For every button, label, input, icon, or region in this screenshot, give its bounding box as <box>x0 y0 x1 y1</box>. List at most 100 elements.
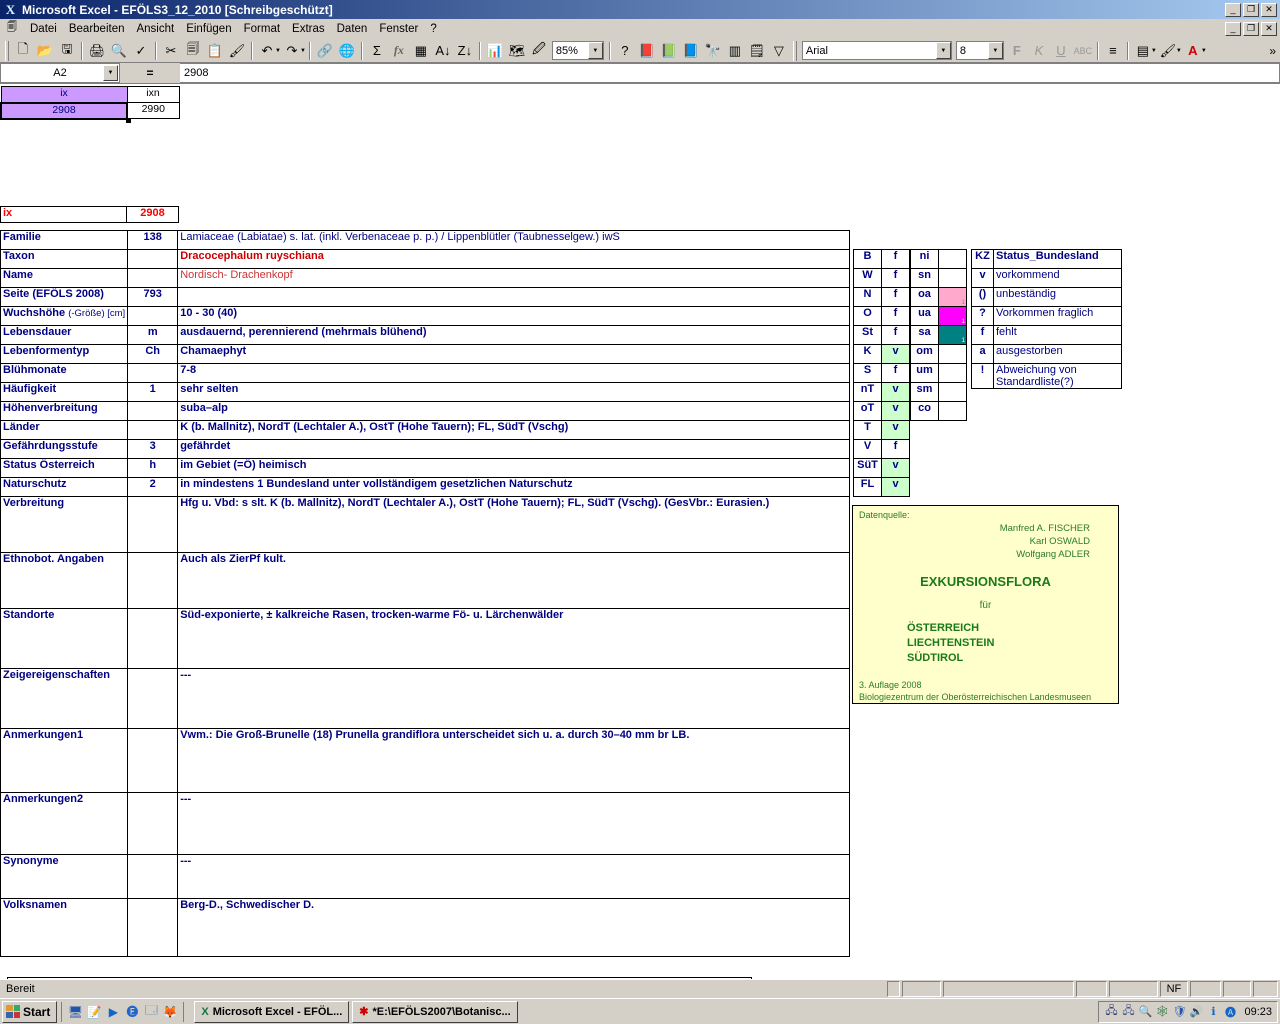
binoculars-icon[interactable]: 🔭 <box>702 40 724 61</box>
italic-button[interactable]: K <box>1028 40 1050 61</box>
worksheet-area[interactable]: ix ixn 2908 2990 ix 2908 Familie 138 Lamia… <box>0 84 1280 985</box>
minimize-button[interactable]: _ <box>1225 2 1241 17</box>
name-box-value: A2 <box>53 67 67 79</box>
record-label: Häufigkeit <box>0 382 129 402</box>
info-icon[interactable]: ℹ <box>1206 1005 1220 1019</box>
font-combo[interactable]: Arial ▼ <box>801 41 952 60</box>
notes-icon[interactable]: 📝 <box>86 1004 102 1020</box>
windows-tile-icon[interactable]: ▥ <box>724 40 746 61</box>
toolbar-overflow-icon[interactable]: » <box>1269 44 1280 58</box>
borders-icon[interactable]: ▤ <box>1132 40 1154 61</box>
open-icon[interactable]: 📂 <box>34 40 56 61</box>
table-row: FL v <box>853 477 910 497</box>
print-preview-icon[interactable]: 🔍 <box>108 40 130 61</box>
network-icon[interactable]: 🖧 <box>1104 1005 1118 1019</box>
doc-close-button[interactable]: ✕ <box>1261 21 1277 36</box>
acrobat-icon[interactable]: 🅐 <box>1223 1005 1237 1019</box>
sort-ascending-icon[interactable]: A↓ <box>432 40 454 61</box>
table-row: Zeigereigenschaften --- <box>0 668 851 729</box>
fill-color-icon[interactable]: 🖌 <box>1157 40 1179 61</box>
task-button-editor[interactable]: ✱ *E:\EFÖLS2007\Botanisc... <box>352 1000 518 1023</box>
formula-equals-icon[interactable]: = <box>120 63 180 83</box>
chart-wizard-icon[interactable]: 📊 <box>484 40 506 61</box>
web-icon[interactable]: 🌐 <box>336 40 358 61</box>
help-icon[interactable]: ? <box>614 40 636 61</box>
font-size-dropdown-icon[interactable]: ▼ <box>987 42 1003 59</box>
close-button[interactable]: ✕ <box>1261 2 1277 17</box>
hyperlink-icon[interactable]: 🔗 <box>314 40 336 61</box>
bold-button[interactable]: F <box>1006 40 1028 61</box>
book1-icon[interactable]: 📕 <box>636 40 658 61</box>
cell-a2-selected[interactable]: 2908 <box>0 101 128 120</box>
channel-icon[interactable]: 🖥 <box>67 1004 83 1020</box>
sort-helper-icon[interactable]: ▦ <box>410 40 432 61</box>
function-wizard-icon[interactable]: fx <box>388 40 410 61</box>
zoom-dropdown-icon[interactable]: ▼ <box>587 42 603 59</box>
redo-icon[interactable]: ↷ <box>281 40 303 61</box>
new-icon[interactable]: 🗋 <box>12 40 34 61</box>
zone-value <box>938 268 967 288</box>
firefox-icon[interactable]: 🦊 <box>162 1004 178 1020</box>
formatting-toolbar-grip[interactable] <box>792 40 797 61</box>
restore-button[interactable]: ❐ <box>1243 2 1259 17</box>
start-button[interactable]: Start <box>2 1000 58 1023</box>
font-color-icon[interactable]: A <box>1182 40 1204 61</box>
cell-b2[interactable]: 2990 <box>126 102 180 119</box>
map-icon[interactable]: 🗺 <box>506 40 528 61</box>
bundesland-status: v <box>881 401 910 421</box>
datenquelle-fuer: für <box>979 600 992 611</box>
print-icon[interactable]: 🖨 <box>86 40 108 61</box>
drawing-icon[interactable]: 🖉 <box>528 40 550 61</box>
table-row: Länder K (b. Mallnitz), NordT (Lechtaler … <box>0 420 851 440</box>
name-box-dropdown-icon[interactable]: ▼ <box>103 65 118 81</box>
font-dropdown-icon[interactable]: ▼ <box>935 42 951 59</box>
undo-icon[interactable]: ↶ <box>256 40 278 61</box>
formula-input[interactable]: 2908 <box>180 63 1280 83</box>
book3-icon[interactable]: 📘 <box>680 40 702 61</box>
task-button-excel[interactable]: X Microsoft Excel - EFÖL... <box>194 1000 350 1023</box>
underline-button[interactable]: U <box>1050 40 1072 61</box>
show-desktop-icon[interactable]: 🗔 <box>143 1003 159 1020</box>
record-label: Lebenformentyp <box>0 344 129 364</box>
shield-icon[interactable]: 🛡 <box>1172 1005 1186 1019</box>
menu-datei[interactable]: Datei <box>24 21 63 37</box>
spellcheck-icon[interactable]: ✓ <box>130 40 152 61</box>
menu-bearbeiten[interactable]: Bearbeiten <box>63 21 131 37</box>
toolbar-grip[interactable] <box>5 40 9 61</box>
network-disconnected-icon[interactable]: 🕸 <box>1155 1005 1169 1019</box>
book2-icon[interactable]: 📗 <box>658 40 680 61</box>
menu-ansicht[interactable]: Ansicht <box>130 21 180 37</box>
menu-extras[interactable]: Extras <box>286 21 331 37</box>
copy-icon[interactable]: 🗐 <box>182 40 204 61</box>
menu-format[interactable]: Format <box>238 21 286 37</box>
media-player-icon[interactable]: ▶ <box>105 1004 121 1020</box>
format-painter-icon[interactable]: 🖌 <box>226 40 248 61</box>
record-code: h <box>127 458 179 478</box>
zoom-combo[interactable]: 85% ▼ <box>551 41 604 60</box>
internet-explorer-icon[interactable]: 🅔 <box>124 1004 140 1020</box>
bundesland-code: N <box>853 287 882 307</box>
menu-daten[interactable]: Daten <box>331 21 374 37</box>
report-icon[interactable]: 🗒 <box>746 40 768 61</box>
volume-icon[interactable]: 🔊 <box>1189 1005 1204 1019</box>
filter-icon[interactable]: ▽ <box>768 40 790 61</box>
paste-icon[interactable]: 📋 <box>204 40 226 61</box>
menu-einfuegen[interactable]: Einfügen <box>180 21 237 37</box>
align-left-icon[interactable]: ≡ <box>1102 40 1124 61</box>
menu-fenster[interactable]: Fenster <box>373 21 424 37</box>
network-error-icon[interactable]: 🖧 <box>1121 1005 1135 1019</box>
strikethrough-icon[interactable]: ABC <box>1072 40 1094 61</box>
table-row: oT v <box>853 401 910 421</box>
doc-minimize-button[interactable]: _ <box>1225 21 1241 36</box>
autosum-icon[interactable]: Σ <box>366 40 388 61</box>
doc-restore-button[interactable]: ❐ <box>1243 21 1259 36</box>
selection-fill-handle[interactable] <box>126 118 131 123</box>
cut-icon[interactable]: ✂ <box>160 40 182 61</box>
font-size-combo[interactable]: 8 ▼ <box>955 41 1004 60</box>
sort-descending-icon[interactable]: Z↓ <box>454 40 476 61</box>
menu-hilfe[interactable]: ? <box>424 21 442 37</box>
table-row: Gefährdungsstufe 3 gefährdet <box>0 439 851 459</box>
search-icon[interactable]: 🔍 <box>1138 1005 1153 1019</box>
name-box[interactable]: A2 ▼ <box>0 63 120 83</box>
save-icon[interactable]: 🖫 <box>56 40 78 61</box>
